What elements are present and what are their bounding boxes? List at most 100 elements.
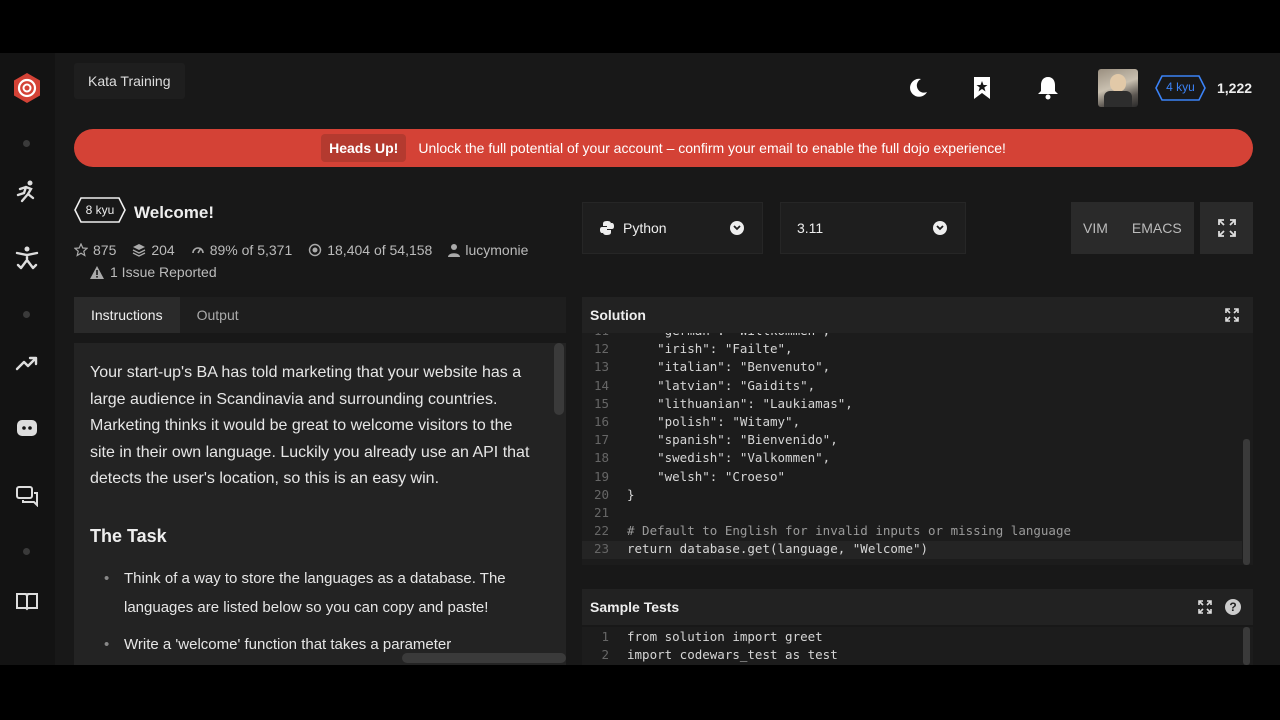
language-select[interactable]: Python: [582, 202, 763, 254]
app-frame: Kata Training 4 kyu 1,222 Heads Up! Unlo…: [0, 53, 1280, 665]
sample-tests-header: Sample Tests ?: [582, 589, 1253, 625]
sample-tests-title: Sample Tests: [590, 599, 680, 615]
task-list: Think of a way to store the languages as…: [104, 564, 524, 665]
line-number: 13: [593, 359, 609, 375]
expand-icon[interactable]: [1225, 308, 1239, 325]
help-icon[interactable]: ?: [1225, 599, 1241, 615]
discussions-icon[interactable]: [13, 482, 41, 510]
stars-stat[interactable]: 875: [74, 242, 116, 258]
code-line[interactable]: 12 "irish": "Failte",: [582, 341, 1242, 359]
line-code: "german": "Willkommen",: [627, 333, 830, 338]
code-line[interactable]: 21: [582, 505, 1242, 523]
stars-count: 875: [93, 242, 117, 258]
code-line[interactable]: 20}: [582, 487, 1242, 505]
code-line[interactable]: 17 "spanish": "Bienvenido",: [582, 432, 1242, 450]
target-icon: [309, 243, 322, 257]
sample-tests-editor[interactable]: 1 from solution import greet 2 import codew…: [582, 627, 1253, 665]
bell-icon[interactable]: [1034, 73, 1062, 103]
code-line[interactable]: 16 "polish": "Witamy",: [582, 414, 1242, 432]
instructions-panel: Your start-up's BA has told marketing th…: [74, 343, 566, 665]
author-link[interactable]: lucymonie: [448, 242, 528, 258]
satisfaction-gauge-icon: [191, 247, 204, 254]
rail-divider-dot: [23, 311, 30, 318]
version-select[interactable]: 3.11: [780, 202, 966, 254]
expand-icon: [1217, 219, 1236, 237]
language-value: Python: [623, 220, 667, 236]
kata-rank-badge: 8 kyu: [74, 197, 126, 223]
code-line[interactable]: 22 # Default to English for invalid input…: [582, 523, 1242, 541]
fullscreen-button[interactable]: [1200, 202, 1253, 254]
collections-stat[interactable]: 204: [132, 242, 175, 258]
line-number: 1: [601, 629, 609, 644]
line-code: return database.get(language, "Welcome"): [627, 541, 929, 557]
solution-header: Solution: [582, 297, 1253, 333]
description-tabs: Instructions Output: [74, 297, 566, 333]
user-icon: [448, 244, 461, 257]
avatar[interactable]: [1098, 69, 1138, 107]
tests-scrollbar[interactable]: [1243, 627, 1250, 665]
satisfaction-value: 89% of 5,371: [209, 242, 293, 258]
line-number: 21: [593, 505, 609, 520]
warning-icon: [90, 265, 104, 279]
instructions-scrollbar[interactable]: [554, 343, 564, 415]
line-number: 14: [593, 377, 609, 393]
python-icon: [600, 221, 614, 235]
line-number: 16: [593, 414, 609, 429]
honor-score: 1,222: [1217, 80, 1253, 96]
solution-title: Solution: [590, 307, 646, 323]
codewars-logo-icon[interactable]: [10, 71, 44, 105]
line-code: "latvian": "Gaidits",: [627, 377, 816, 393]
instructions-intro: Your start-up's BA has told marketing th…: [90, 364, 530, 488]
code-line[interactable]: 15 "lithuanian": "Laukiamas",: [582, 396, 1242, 414]
tab-instructions[interactable]: Instructions: [74, 297, 180, 333]
line-code: "lithuanian": "Laukiamas",: [627, 395, 853, 411]
code-line[interactable]: 23 return database.get(language, "Welcome…: [582, 541, 1242, 560]
code-line[interactable]: 18 "swedish": "Valkommen",: [582, 450, 1242, 468]
chevron-down-icon: [730, 221, 744, 235]
line-code: "italian": "Benvenuto",: [627, 359, 831, 375]
line-code: from solution import greet: [627, 629, 823, 644]
expand-icon[interactable]: [1198, 600, 1212, 617]
code-line[interactable]: 2 import codewars_test as test: [582, 647, 1242, 665]
code-line[interactable]: 14 "latvian": "Gaidits",: [582, 378, 1242, 396]
code-line[interactable]: 19 "welsh": "Croeso": [582, 469, 1242, 487]
tab-output[interactable]: Output: [180, 297, 256, 333]
banner-message: Unlock the full potential of your accoun…: [418, 140, 1006, 156]
moon-icon[interactable]: [904, 73, 932, 103]
code-line[interactable]: 11 "german": "Willkommen",: [582, 333, 1242, 341]
discord-icon[interactable]: [13, 415, 41, 443]
user-rank-badge[interactable]: 4 kyu: [1155, 75, 1206, 101]
line-code: import codewars_test as test: [627, 647, 838, 663]
line-number: 19: [593, 468, 609, 484]
docs-book-icon[interactable]: [13, 587, 41, 615]
user-rank-label: 4 kyu: [1166, 80, 1195, 94]
code-line[interactable]: 13 "italian": "Benvenuto",: [582, 359, 1242, 377]
line-code: "irish": "Failte",: [627, 341, 793, 357]
kata-stats: 875 204 89% of 5,371 18,404 of 54,158 lu…: [74, 242, 528, 258]
author-name: lucymonie: [465, 242, 529, 258]
practice-icon[interactable]: [13, 244, 41, 272]
vim-button[interactable]: VIM: [1071, 202, 1120, 254]
solution-editor[interactable]: 11 "german": "Willkommen",12 "irish": "F…: [582, 333, 1253, 565]
kata-rank-label: 8 kyu: [85, 203, 115, 217]
line-number: 11: [582, 333, 609, 338]
left-sidebar: [0, 53, 55, 665]
breadcrumb[interactable]: Kata Training: [74, 63, 185, 99]
emacs-button[interactable]: EMACS: [1119, 202, 1194, 254]
line-code: }: [627, 486, 635, 502]
training-icon[interactable]: [13, 178, 41, 206]
line-number: 18: [593, 450, 609, 466]
leaderboard-trend-icon[interactable]: [13, 349, 41, 377]
rail-divider-dot: [23, 548, 30, 555]
editor-mode-buttons: VIM EMACS: [1071, 202, 1194, 254]
instructions-hscrollbar[interactable]: [402, 653, 566, 663]
issues-link[interactable]: 1 Issue Reported: [90, 264, 217, 280]
code-line[interactable]: 1 from solution import greet: [582, 629, 1242, 647]
line-number: 17: [593, 432, 609, 448]
bookmark-star-icon[interactable]: [968, 73, 996, 103]
line-code: "swedish": "Valkommen",: [627, 450, 831, 466]
stack-icon: [133, 244, 146, 257]
solution-scrollbar[interactable]: [1243, 439, 1250, 565]
heads-up-banner[interactable]: Heads Up! Unlock the full potential of y…: [74, 129, 1253, 167]
line-code: "polish": "Witamy",: [627, 414, 801, 429]
